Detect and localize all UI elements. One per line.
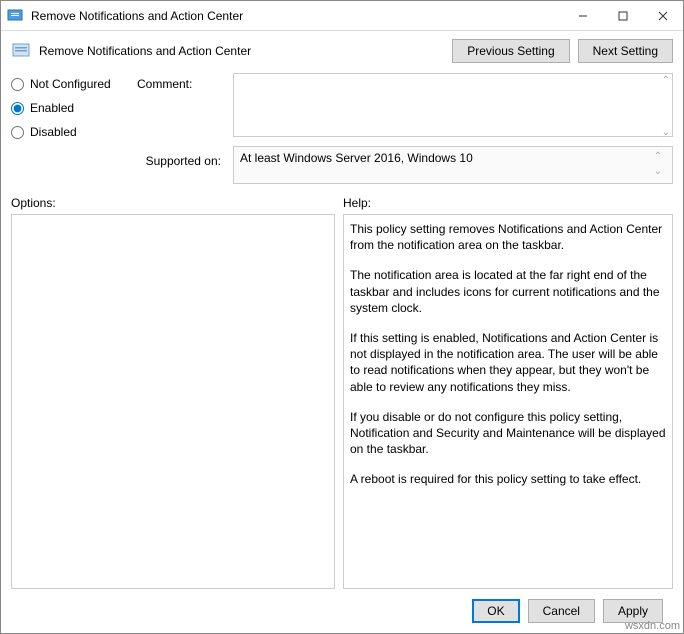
window-controls — [563, 1, 683, 31]
options-label: Options: — [11, 196, 335, 210]
watermark: wsxdn.com — [625, 620, 680, 632]
ok-button[interactable]: OK — [472, 599, 519, 623]
previous-setting-button[interactable]: Previous Setting — [452, 39, 569, 63]
comment-label: Comment: — [137, 73, 227, 91]
help-text: If you disable or do not configure this … — [350, 409, 666, 458]
supported-on-box: At least Windows Server 2016, Windows 10… — [233, 146, 673, 184]
radio-disabled[interactable]: Disabled — [11, 125, 131, 139]
help-text: If this setting is enabled, Notification… — [350, 330, 666, 395]
supported-scroll: ⌃⌄ — [650, 151, 666, 177]
header-title: Remove Notifications and Action Center — [39, 44, 251, 58]
content: Not Configured Enabled Disabled Comment:… — [1, 67, 683, 633]
radio-not-configured-label: Not Configured — [30, 77, 111, 91]
help-text: This policy setting removes Notification… — [350, 221, 666, 253]
footer: OK Cancel Apply — [11, 589, 673, 633]
titlebar: Remove Notifications and Action Center — [1, 1, 683, 31]
policy-icon — [11, 41, 31, 61]
help-panel[interactable]: This policy setting removes Notification… — [343, 214, 673, 589]
help-label: Help: — [343, 196, 673, 210]
next-setting-button[interactable]: Next Setting — [578, 39, 673, 63]
radio-disabled-label: Disabled — [30, 125, 77, 139]
app-icon — [7, 8, 23, 24]
window-title: Remove Notifications and Action Center — [29, 9, 563, 23]
supported-on-label: Supported on: — [137, 146, 227, 168]
help-text: The notification area is located at the … — [350, 267, 666, 316]
header: Remove Notifications and Action Center P… — [1, 31, 683, 67]
radio-disabled-input[interactable] — [11, 126, 24, 139]
minimize-button[interactable] — [563, 1, 603, 31]
help-text: A reboot is required for this policy set… — [350, 471, 666, 487]
comment-scroll: ⌃⌄ — [662, 75, 670, 138]
radio-not-configured[interactable]: Not Configured — [11, 77, 131, 91]
radio-not-configured-input[interactable] — [11, 78, 24, 91]
options-panel[interactable] — [11, 214, 335, 589]
radio-enabled-label: Enabled — [30, 101, 74, 115]
comment-input[interactable] — [233, 73, 673, 137]
state-radios: Not Configured Enabled Disabled — [11, 73, 131, 139]
supported-on-text: At least Windows Server 2016, Windows 10 — [240, 151, 473, 165]
radio-enabled[interactable]: Enabled — [11, 101, 131, 115]
maximize-button[interactable] — [603, 1, 643, 31]
close-button[interactable] — [643, 1, 683, 31]
cancel-button[interactable]: Cancel — [528, 599, 595, 623]
policy-window: Remove Notifications and Action Center R… — [0, 0, 684, 634]
radio-enabled-input[interactable] — [11, 102, 24, 115]
